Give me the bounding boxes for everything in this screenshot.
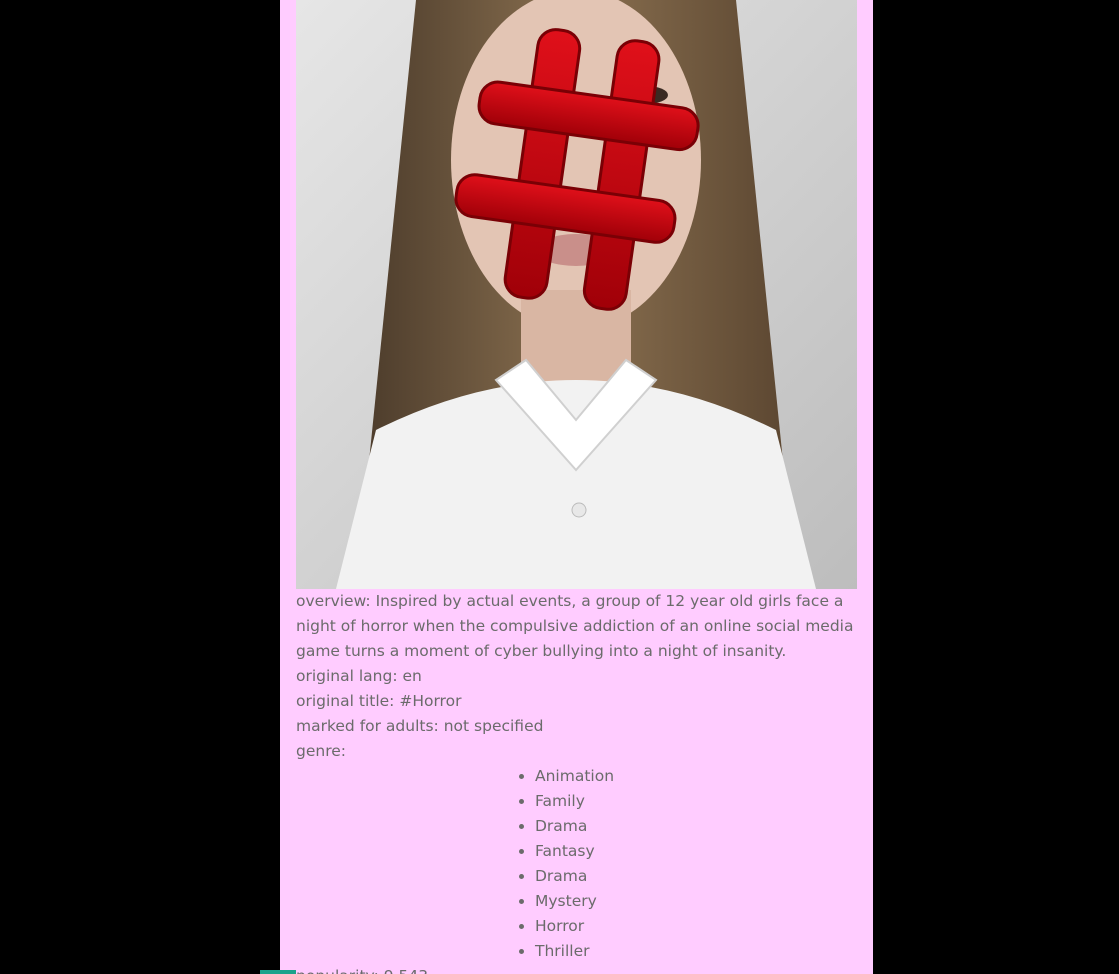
movie-info: overview: Inspired by actual events, a g… [296,589,861,974]
overview-text: overview: Inspired by actual events, a g… [296,589,861,664]
original-lang-row: original lang: en [296,664,861,689]
genre-item: Family [535,789,861,814]
original-title-value: #Horror [399,692,462,710]
adult-row: marked for adults: not specified [296,714,861,739]
genre-item: Fantasy [535,839,861,864]
adult-value: not specified [443,717,544,735]
movie-card: overview: Inspired by actual events, a g… [280,0,873,974]
original-lang-value: en [402,667,422,685]
scroll-indicator[interactable] [260,970,296,974]
adult-label: marked for adults: [296,717,439,735]
genre-item: Mystery [535,889,861,914]
overview-label: overview: [296,592,371,610]
original-title-row: original title: #Horror [296,689,861,714]
genre-item: Animation [535,764,861,789]
original-lang-label: original lang: [296,667,398,685]
genre-list: Animation Family Drama Fantasy Drama Mys… [296,764,861,964]
movie-poster-image [296,0,857,589]
genre-item: Thriller [535,939,861,964]
genre-item: Drama [535,864,861,889]
overview-value: Inspired by actual events, a group of 12… [296,592,854,660]
genre-item: Drama [535,814,861,839]
popularity-row: popularity: 9.543 [296,964,861,974]
hashtag-poster-icon [296,0,857,589]
original-title-label: original title: [296,692,395,710]
genre-item: Horror [535,914,861,939]
genre-label: genre: [296,742,346,760]
